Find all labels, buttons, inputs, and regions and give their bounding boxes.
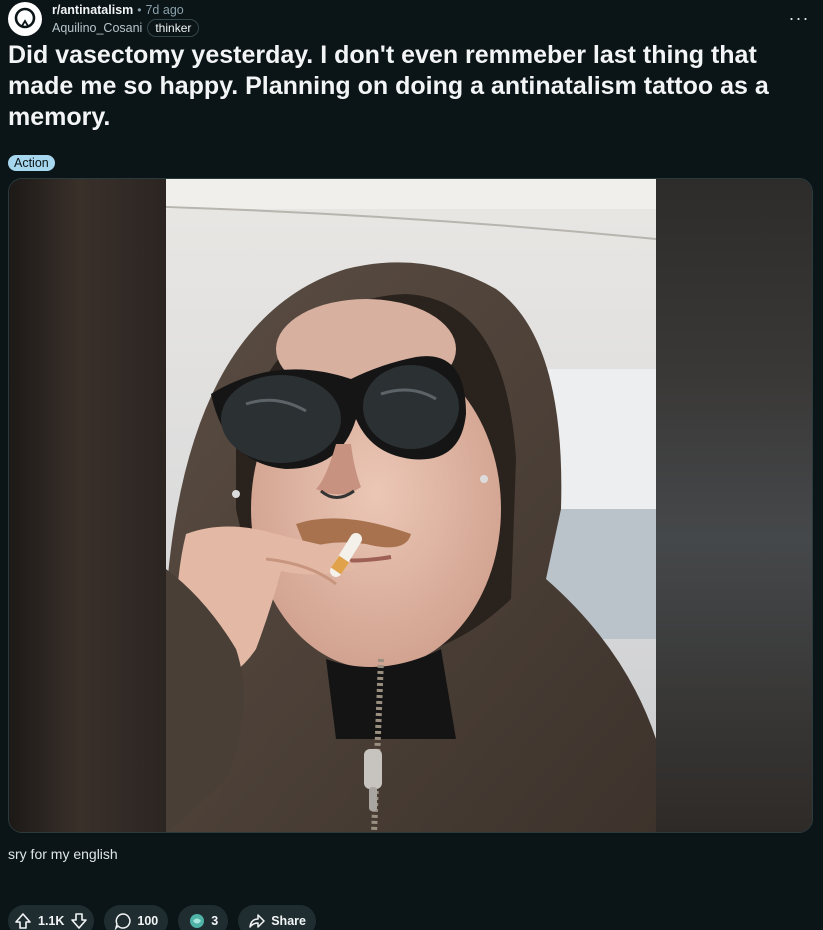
author-link[interactable]: Aquilino_Cosani	[52, 21, 142, 35]
award-icon	[188, 912, 206, 930]
post-card: r/antinatalism • 7d ago Aquilino_Cosani …	[0, 0, 823, 930]
award-button[interactable]: 3	[178, 905, 229, 930]
meta-separator: •	[137, 3, 142, 17]
more-options-icon[interactable]: ···	[785, 8, 813, 28]
post-header: r/antinatalism • 7d ago Aquilino_Cosani …	[8, 2, 813, 37]
user-flair: thinker	[147, 19, 200, 37]
comment-icon	[114, 912, 132, 930]
post-media[interactable]	[8, 178, 813, 833]
comments-button[interactable]: 100	[104, 905, 169, 930]
post-time: 7d ago	[145, 3, 184, 17]
downvote-icon[interactable]	[70, 912, 88, 930]
post-body: sry for my english	[8, 846, 118, 862]
upvote-icon[interactable]	[14, 912, 32, 930]
share-label: Share	[271, 914, 306, 928]
media-blur-right	[654, 179, 812, 832]
media-blur-left	[9, 179, 166, 832]
share-icon	[248, 912, 266, 930]
post-title: Did vasectomy yesterday. I don't even re…	[8, 41, 769, 131]
comment-count: 100	[137, 914, 159, 928]
post-meta: r/antinatalism • 7d ago Aquilino_Cosani …	[52, 2, 200, 37]
subreddit-link[interactable]: r/antinatalism	[52, 3, 133, 17]
action-bar: 1.1K 100 3 Share	[8, 905, 316, 930]
subreddit-avatar-icon[interactable]	[8, 2, 42, 36]
vote-count: 1.1K	[38, 914, 65, 928]
award-count: 3	[211, 914, 219, 928]
post-image[interactable]	[166, 179, 656, 832]
vote-control: 1.1K	[8, 905, 95, 930]
post-flair[interactable]: Action	[8, 155, 55, 171]
share-button[interactable]: Share	[238, 905, 316, 930]
